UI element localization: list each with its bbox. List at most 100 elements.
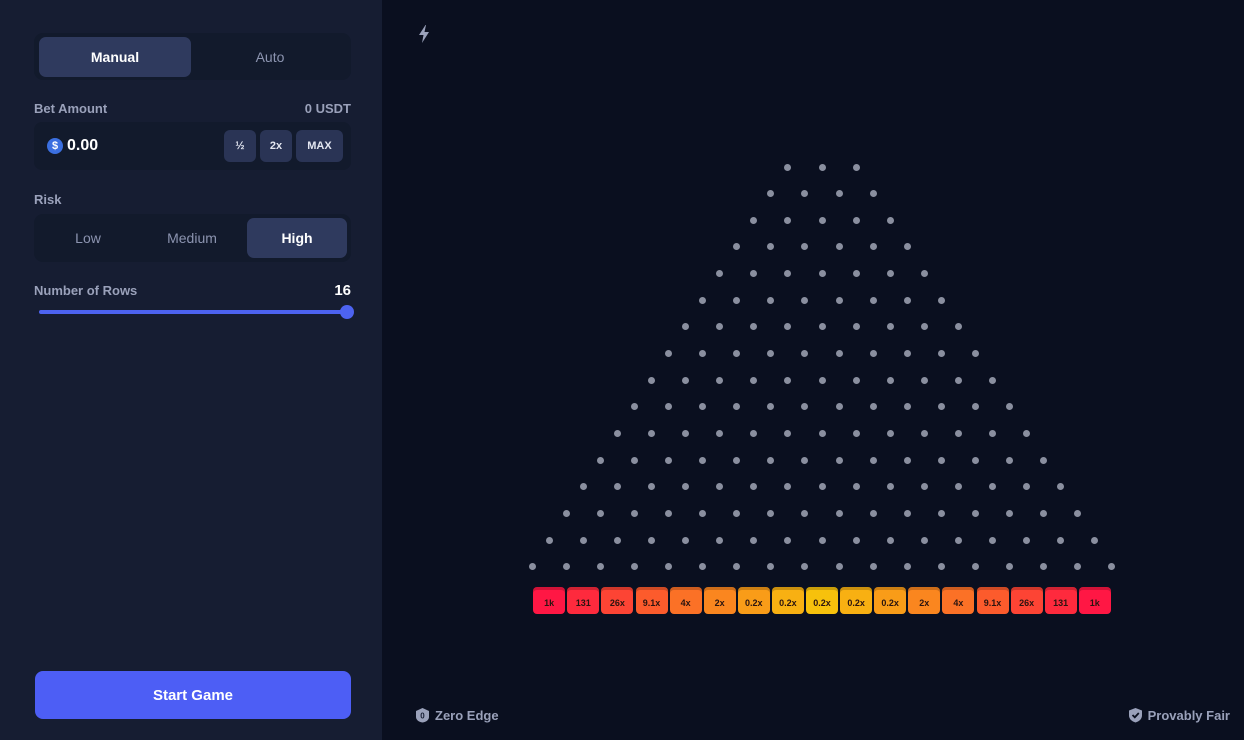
peg xyxy=(954,536,962,544)
peg xyxy=(852,536,860,544)
peg xyxy=(954,376,962,384)
peg xyxy=(835,403,843,411)
multiplier-bucket: 4x xyxy=(669,587,702,614)
peg xyxy=(784,376,792,384)
peg xyxy=(801,350,809,358)
risk-high-button[interactable]: High xyxy=(247,218,347,258)
peg xyxy=(784,536,792,544)
peg xyxy=(767,509,775,517)
peg xyxy=(818,216,826,224)
provably-fair-link[interactable]: Provably Fair xyxy=(1128,707,1230,723)
peg xyxy=(1108,563,1116,571)
peg xyxy=(903,456,911,464)
peg xyxy=(920,270,928,278)
peg xyxy=(733,456,741,464)
peg xyxy=(1074,563,1082,571)
peg xyxy=(682,376,690,384)
peg xyxy=(767,296,775,304)
peg xyxy=(648,536,655,544)
peg xyxy=(886,216,894,224)
bet-amount-field[interactable]: $ 0.00 ½ 2x MAX xyxy=(34,122,351,170)
multiplier-bucket: 26x xyxy=(601,587,634,614)
max-bet-button[interactable]: MAX xyxy=(296,130,343,162)
peg xyxy=(682,483,690,491)
provably-fair-label: Provably Fair xyxy=(1147,707,1230,723)
bet-amount-input[interactable]: 0.00 xyxy=(67,137,187,155)
peg xyxy=(903,243,911,251)
peg xyxy=(528,563,536,571)
peg xyxy=(1057,536,1065,544)
peg xyxy=(852,483,860,491)
peg xyxy=(767,563,775,571)
peg xyxy=(989,536,996,544)
peg xyxy=(630,563,638,571)
rows-slider-track[interactable] xyxy=(39,310,348,314)
peg xyxy=(750,376,758,384)
peg xyxy=(903,350,911,358)
rows-slider-thumb[interactable] xyxy=(340,305,354,319)
peg xyxy=(954,323,962,331)
peg xyxy=(699,350,707,358)
peg xyxy=(665,350,673,358)
peg xyxy=(613,483,621,491)
bet-amount-label: Bet Amount xyxy=(34,101,108,116)
peg xyxy=(562,509,570,517)
half-bet-button[interactable]: ½ xyxy=(224,130,256,162)
peg xyxy=(835,509,843,517)
peg xyxy=(971,403,979,411)
risk-low-button[interactable]: Low xyxy=(38,218,138,258)
multiplier-bucket: 1k xyxy=(533,587,566,614)
peg xyxy=(750,483,758,491)
zero-edge-link[interactable]: 0 Zero Edge xyxy=(415,707,499,723)
peg xyxy=(750,323,758,331)
peg xyxy=(869,563,877,571)
risk-medium-button[interactable]: Medium xyxy=(142,218,242,258)
peg xyxy=(937,456,945,464)
tab-auto[interactable]: Auto xyxy=(194,37,346,77)
peg xyxy=(665,563,673,571)
rows-label: Number of Rows xyxy=(34,283,138,298)
peg xyxy=(733,296,741,304)
peg xyxy=(801,403,809,411)
peg xyxy=(767,456,775,464)
peg xyxy=(835,563,843,571)
peg xyxy=(818,270,826,278)
peg xyxy=(1023,430,1031,437)
peg xyxy=(665,509,673,517)
peg xyxy=(733,509,741,517)
peg xyxy=(767,243,775,251)
bolt-icon[interactable] xyxy=(416,24,432,44)
peg xyxy=(1057,483,1065,491)
peg xyxy=(699,509,707,517)
tab-manual[interactable]: Manual xyxy=(39,37,191,77)
peg xyxy=(869,456,877,464)
peg xyxy=(665,403,673,411)
peg xyxy=(750,216,758,224)
peg xyxy=(630,456,638,464)
peg xyxy=(852,216,860,224)
peg xyxy=(937,350,945,358)
peg xyxy=(801,509,809,517)
peg xyxy=(699,456,707,464)
peg xyxy=(716,270,724,278)
peg xyxy=(579,483,587,491)
peg xyxy=(971,563,979,571)
peg xyxy=(682,323,690,331)
peg xyxy=(920,323,928,331)
zero-edge-label: Zero Edge xyxy=(435,707,499,723)
peg xyxy=(886,376,894,384)
peg xyxy=(1006,563,1014,571)
peg xyxy=(920,376,928,384)
plinko-board: 1k 131 26x 9.1x 4x 2x 0.2x 0.2x 0.2x 0.2x 0.2x 2x 4x… xyxy=(383,0,1244,740)
start-game-button[interactable]: Start Game xyxy=(35,671,351,719)
peg xyxy=(971,350,979,358)
multiplier-bucket: 0.2x xyxy=(874,587,907,614)
peg xyxy=(903,296,911,304)
peg xyxy=(852,376,860,384)
double-bet-button[interactable]: 2x xyxy=(260,130,292,162)
peg xyxy=(835,190,843,198)
peg xyxy=(682,536,690,544)
peg xyxy=(1091,536,1099,544)
peg xyxy=(903,509,911,517)
peg xyxy=(1023,536,1031,544)
